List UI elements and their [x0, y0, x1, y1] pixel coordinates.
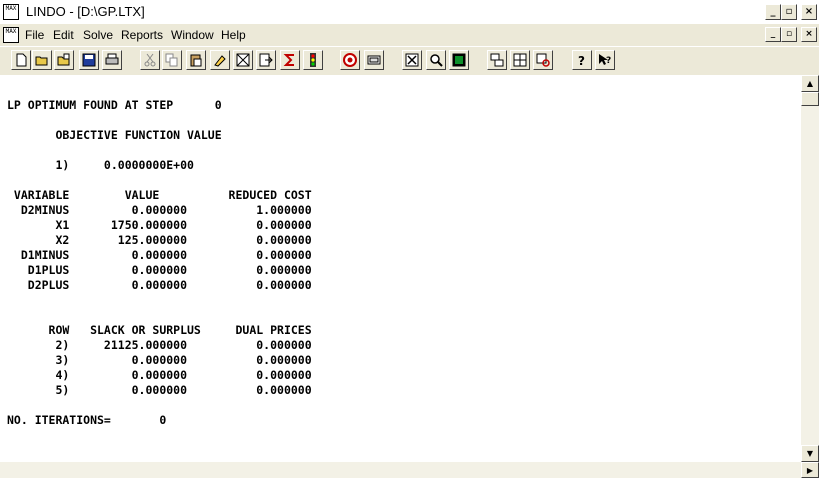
target-button[interactable] [340, 50, 360, 70]
report-output-area[interactable]: LP OPTIMUM FOUND AT STEP 0 OBJECTIVE FUN… [0, 75, 801, 462]
close-all-button[interactable] [402, 50, 422, 70]
paint-icon [214, 55, 226, 67]
open-file-icon [35, 56, 48, 66]
doc-minimize-button[interactable]: _ [765, 27, 781, 42]
menu-bar: MAX File Edit Solve Reports Window Help … [0, 25, 819, 45]
report-line: D1MINUS 0.000000 0.000000 [7, 248, 312, 262]
cut-icon [144, 53, 156, 67]
tile-icon [490, 53, 504, 67]
report-line: X1 1750.000000 0.000000 [7, 218, 312, 232]
help-button[interactable]: ? [572, 50, 592, 70]
document-icon[interactable]: MAX [3, 27, 19, 43]
target-icon [343, 53, 357, 67]
restore-button[interactable]: ▫ [781, 4, 797, 20]
copy-icon [165, 53, 178, 67]
report-line: ROW SLACK OR SURPLUS DUAL PRICES [7, 323, 312, 337]
menu-solve[interactable]: Solve [83, 28, 113, 42]
title-bar: MAX LINDO - [D:\GP.LTX] _ ▫ × [0, 0, 819, 24]
tile-button[interactable] [487, 50, 507, 70]
report-line: 5) 0.000000 0.000000 [7, 383, 312, 397]
save-button[interactable] [79, 50, 99, 70]
doc-close-button[interactable]: × [801, 27, 817, 42]
scroll-thumb[interactable] [801, 92, 819, 106]
doc-restore-button[interactable]: ▫ [781, 27, 797, 42]
report-line [7, 143, 312, 158]
report-line: 4) 0.000000 0.000000 [7, 368, 312, 382]
zoom-button[interactable] [426, 50, 446, 70]
report-line [7, 293, 312, 308]
scrollbar-corner: ▶ [801, 462, 819, 478]
clear-button[interactable] [233, 50, 253, 70]
window-title: LINDO - [D:\GP.LTX] [26, 4, 145, 19]
options-button[interactable] [364, 50, 384, 70]
report-line: OBJECTIVE FUNCTION VALUE [7, 128, 222, 142]
cascade-button[interactable] [510, 50, 530, 70]
report-line: 1) 0.0000000E+00 [7, 158, 194, 172]
picture-button[interactable] [449, 50, 469, 70]
report-line [7, 308, 312, 323]
context-help-icon: ? [599, 54, 611, 66]
vertical-scrollbar[interactable]: ▲ ▼ [801, 75, 819, 462]
menu-file[interactable]: File [25, 28, 44, 42]
go-to-icon [259, 53, 273, 67]
save-icon [82, 53, 96, 67]
sum-button[interactable] [280, 50, 300, 70]
open-view-icon [57, 53, 70, 66]
svg-text:?: ? [606, 56, 611, 66]
clear-icon [236, 53, 250, 67]
context-help-button[interactable]: ? [595, 50, 615, 70]
arrange-button[interactable] [533, 50, 553, 70]
report-line [7, 113, 312, 128]
toolbar: ? ? [0, 46, 819, 74]
report-line: NO. ITERATIONS= 0 [7, 413, 167, 427]
scroll-right-button[interactable]: ▶ [801, 462, 819, 478]
menu-reports[interactable]: Reports [121, 28, 163, 42]
scroll-down-button[interactable]: ▼ [801, 445, 819, 462]
open-file-button[interactable] [32, 50, 52, 70]
print-button[interactable] [102, 50, 122, 70]
report-line: D2MINUS 0.000000 1.000000 [7, 203, 312, 217]
report-line: 2) 21125.000000 0.000000 [7, 338, 312, 352]
lindo-app-icon[interactable]: MAX [3, 4, 19, 20]
report-line: D2PLUS 0.000000 0.000000 [7, 278, 312, 292]
cut-button[interactable] [140, 50, 160, 70]
close-button[interactable]: × [801, 4, 817, 20]
zoom-icon [430, 54, 443, 67]
report-line: D1PLUS 0.000000 0.000000 [7, 263, 312, 277]
copy-button[interactable] [162, 50, 182, 70]
scroll-up-button[interactable]: ▲ [801, 75, 819, 92]
solve-button[interactable] [303, 50, 323, 70]
menu-window[interactable]: Window [171, 28, 214, 42]
report-line [7, 398, 312, 413]
sum-icon [283, 54, 294, 66]
new-file-button[interactable] [11, 50, 31, 70]
paste-button[interactable] [186, 50, 206, 70]
report-line: VARIABLE VALUE REDUCED COST [7, 188, 312, 202]
svg-text:?: ? [578, 54, 585, 67]
open-view-button[interactable] [54, 50, 74, 70]
cascade-icon [513, 53, 527, 67]
traffic-light-icon [310, 53, 316, 67]
arrange-icon [536, 53, 550, 67]
picture-icon [452, 53, 466, 67]
menu-edit[interactable]: Edit [53, 28, 74, 42]
report-line: LP OPTIMUM FOUND AT STEP 0 [7, 98, 222, 112]
report-line: 3) 0.000000 0.000000 [7, 353, 312, 367]
print-icon [105, 53, 119, 65]
report-line: X2 125.000000 0.000000 [7, 233, 312, 247]
options-icon [367, 55, 381, 65]
menu-help[interactable]: Help [221, 28, 246, 42]
report-text: LP OPTIMUM FOUND AT STEP 0 OBJECTIVE FUN… [7, 98, 312, 428]
horizontal-scrollbar[interactable] [0, 462, 801, 478]
go-to-button[interactable] [256, 50, 276, 70]
close-all-icon [405, 53, 419, 67]
new-file-icon [16, 53, 27, 67]
minimize-button[interactable]: _ [765, 4, 781, 20]
report-line [7, 173, 312, 188]
help-icon: ? [578, 54, 585, 67]
paint-button[interactable] [210, 50, 230, 70]
paste-icon [190, 54, 202, 67]
